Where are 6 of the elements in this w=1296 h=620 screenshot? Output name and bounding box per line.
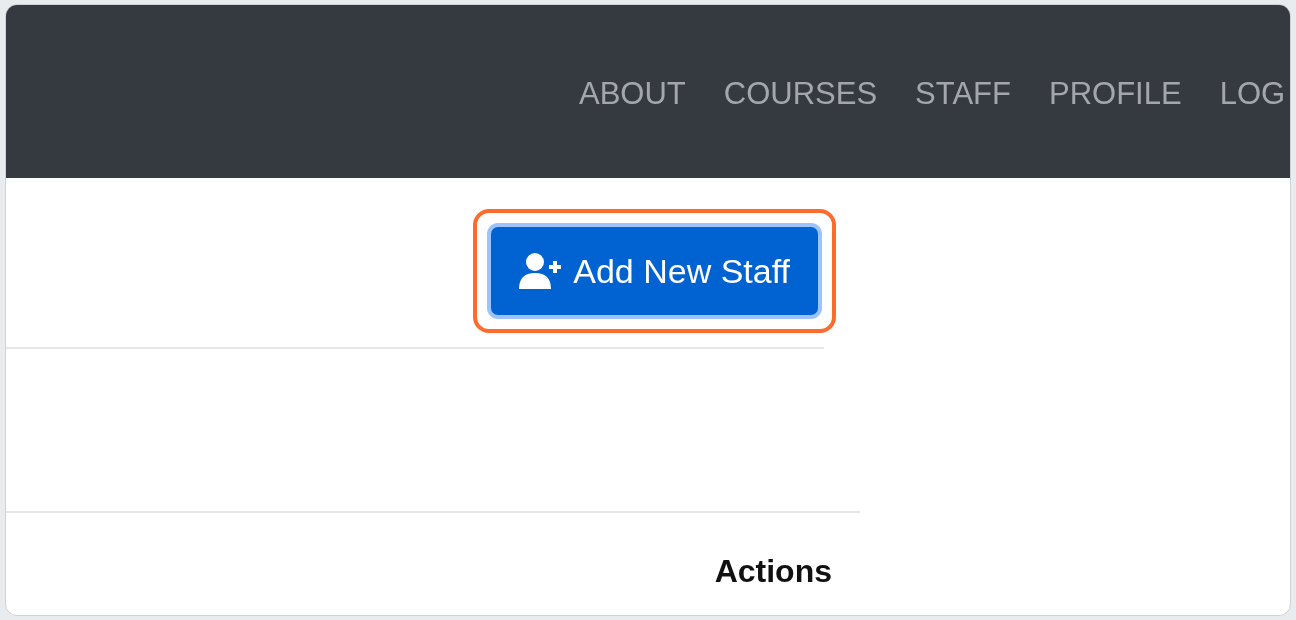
nav-link[interactable]: ABOUT: [579, 77, 686, 112]
nav-link[interactable]: LOG: [1219, 77, 1286, 112]
column-header: Actions: [714, 553, 832, 590]
nav-link[interactable]: STAFF: [915, 77, 1011, 112]
nav-link[interactable]: COURSES: [723, 77, 878, 112]
nav-link[interactable]: PROFILE: [1049, 77, 1182, 112]
